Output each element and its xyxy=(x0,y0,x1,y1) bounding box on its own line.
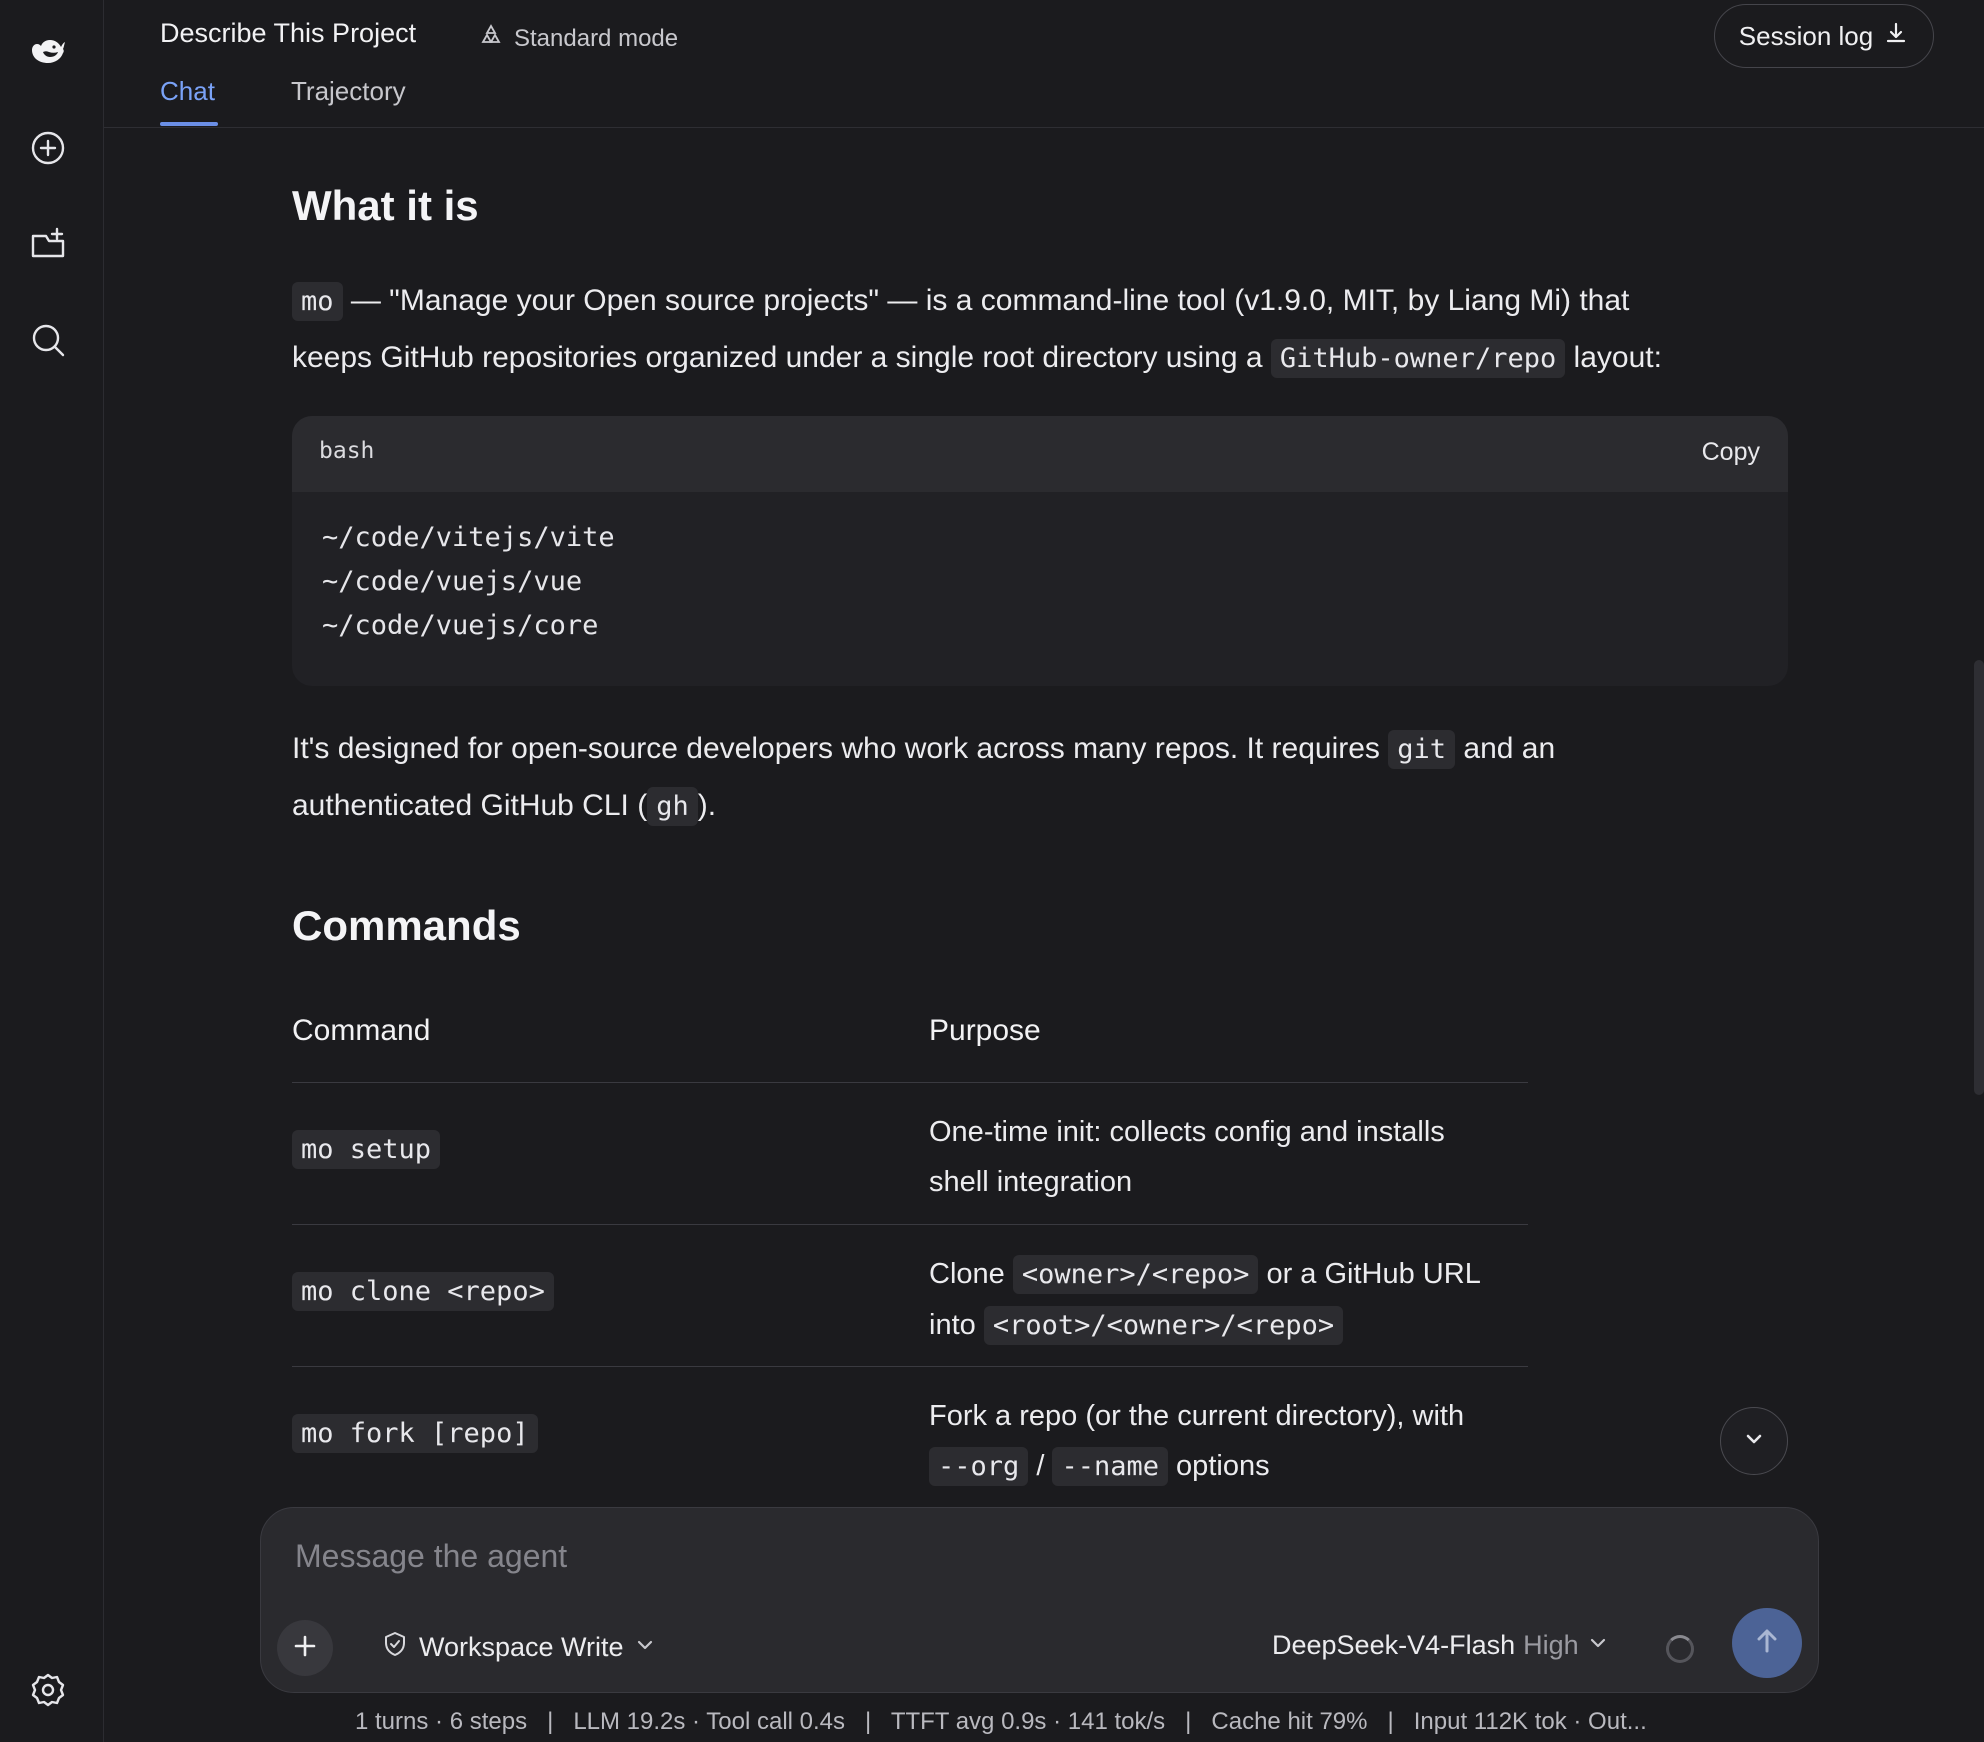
table-divider xyxy=(292,1366,1528,1367)
active-tab-indicator xyxy=(160,122,218,126)
shield-icon xyxy=(381,1630,409,1665)
inline-code: <root>/<owner>/<repo> xyxy=(983,1306,1344,1345)
new-chat-icon[interactable] xyxy=(24,124,72,172)
scrollbar[interactable] xyxy=(1974,660,1984,1095)
inline-code: <owner>/<repo> xyxy=(1012,1255,1259,1294)
text: into xyxy=(929,1309,984,1341)
arrow-up-icon xyxy=(1751,1625,1783,1662)
text: Fork a repo (or the current directory), … xyxy=(929,1400,1465,1432)
inline-code: mo xyxy=(292,282,343,321)
session-log-button[interactable]: Session log xyxy=(1714,4,1934,68)
code-line: ~/code/vuejs/core xyxy=(322,610,599,641)
section-heading-what-it-is: What it is xyxy=(292,182,479,229)
table-divider xyxy=(292,1224,1528,1225)
requirements-paragraph: It's designed for open-source developers… xyxy=(292,721,1792,835)
mode-label: Standard mode xyxy=(514,24,679,52)
tab-chat[interactable]: Chat xyxy=(160,76,215,107)
scroll-to-bottom-button[interactable] xyxy=(1720,1407,1788,1475)
purpose-cell: Fork a repo (or the current directory), … xyxy=(929,1391,1529,1492)
code-block-header: bash Copy xyxy=(292,416,1788,492)
code-language: bash xyxy=(319,438,375,464)
recycle-icon xyxy=(478,22,504,55)
sidebar xyxy=(0,0,104,1742)
effort-level: High xyxy=(1523,1630,1579,1660)
message-composer: Workspace Write DeepSeek-V4-Flash High xyxy=(260,1507,1819,1693)
purpose-cell: One-time init: collects config and insta… xyxy=(929,1107,1529,1207)
inline-code: --org xyxy=(929,1447,1029,1486)
text: authenticated GitHub CLI ( xyxy=(292,789,648,822)
intro-paragraph: mo — "Manage your Open source projects" … xyxy=(292,273,1792,387)
code-line: ~/code/vuejs/vue xyxy=(322,566,583,597)
plus-icon xyxy=(292,1633,318,1664)
whale-logo-icon[interactable] xyxy=(24,26,72,74)
gear-icon[interactable] xyxy=(24,1666,72,1714)
search-icon[interactable] xyxy=(24,316,72,364)
inline-code: git xyxy=(1388,730,1456,769)
tab-trajectory[interactable]: Trajectory xyxy=(291,76,406,107)
text: and an xyxy=(1455,732,1556,765)
status-bar: 1 turns · 6 steps | LLM 19.2s · Tool cal… xyxy=(355,1708,1647,1735)
command-code: mo setup xyxy=(292,1130,441,1169)
text: / xyxy=(1028,1450,1053,1482)
copy-button[interactable]: Copy xyxy=(1702,438,1760,467)
chevron-down-icon xyxy=(1741,1426,1767,1457)
code-block: bash Copy ~/code/vitejs/vite ~/code/vuej… xyxy=(292,416,1788,686)
new-folder-icon[interactable] xyxy=(24,220,72,268)
purpose-cell: Clone <owner>/<repo> or a GitHub URL int… xyxy=(929,1249,1529,1351)
inline-code: --name xyxy=(1052,1447,1168,1486)
text: or a GitHub URL xyxy=(1258,1258,1481,1290)
inline-code: gh xyxy=(647,787,698,826)
inline-code: GitHub-owner/repo xyxy=(1270,339,1566,378)
permission-selector[interactable]: Workspace Write xyxy=(381,1630,656,1665)
text: — "Manage your Open source projects" — i… xyxy=(342,284,1630,317)
send-button[interactable] xyxy=(1732,1608,1802,1678)
table-divider xyxy=(292,1082,1528,1083)
message-input[interactable] xyxy=(293,1530,1697,1582)
command-code: mo clone <repo> xyxy=(292,1272,554,1311)
model-selector[interactable]: DeepSeek-V4-Flash High xyxy=(1272,1630,1609,1661)
chevron-down-icon xyxy=(634,1632,656,1663)
code-line: ~/code/vitejs/vite xyxy=(322,522,615,553)
header: Describe This Project Standard mode Chat… xyxy=(104,0,1984,128)
command-code: mo fork [repo] xyxy=(292,1414,538,1453)
mode-indicator: Standard mode xyxy=(478,22,678,55)
column-header-purpose: Purpose xyxy=(929,1014,1041,1047)
text: One-time init: collects config and insta… xyxy=(929,1116,1445,1148)
text: It's designed for open-source developers… xyxy=(292,732,1389,765)
text: keeps GitHub repositories organized unde… xyxy=(292,341,1271,374)
section-heading-commands: Commands xyxy=(292,902,521,949)
text: Clone xyxy=(929,1258,1013,1290)
text: options xyxy=(1168,1450,1270,1482)
text: shell integration xyxy=(929,1166,1133,1198)
model-name: DeepSeek-V4-Flash xyxy=(1272,1630,1516,1660)
session-log-label: Session log xyxy=(1738,20,1874,51)
loading-spinner-icon xyxy=(1666,1635,1694,1663)
column-header-command: Command xyxy=(292,1014,431,1047)
attach-button[interactable] xyxy=(277,1620,333,1676)
text: ). xyxy=(697,789,717,822)
text: layout: xyxy=(1565,341,1662,374)
chevron-down-icon xyxy=(1587,1630,1609,1661)
permission-label: Workspace Write xyxy=(419,1632,624,1662)
page-title: Describe This Project xyxy=(160,18,417,48)
download-icon xyxy=(1883,20,1909,53)
